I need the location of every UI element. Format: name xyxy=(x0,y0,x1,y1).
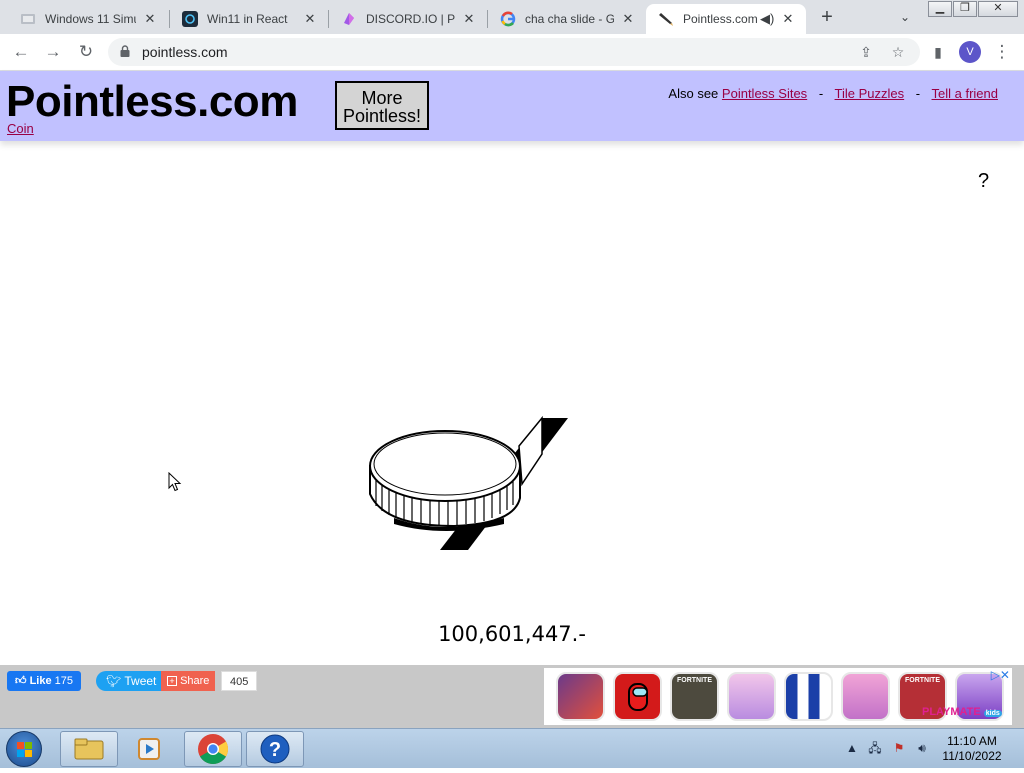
show-hidden-icons-arrow[interactable]: ▲ xyxy=(845,741,859,755)
coin-link[interactable]: Coin xyxy=(7,121,34,136)
forward-button[interactable]: → xyxy=(41,40,65,64)
action-center-flag-icon[interactable]: ⚑ xyxy=(892,741,906,755)
ad-tile-label: FORTNITE xyxy=(905,677,940,684)
back-button[interactable]: ← xyxy=(9,40,33,64)
ad-tile[interactable] xyxy=(556,672,605,721)
discord-icon xyxy=(341,11,357,27)
start-button[interactable] xyxy=(6,731,42,767)
tab-title: DISCORD.IO | Pub xyxy=(366,12,455,26)
menu-kebab-icon[interactable]: ⋮ xyxy=(990,40,1014,64)
taskbar-media-player[interactable] xyxy=(120,731,178,767)
close-window-button[interactable]: ✕ xyxy=(978,1,1018,17)
tab-discord-io[interactable]: DISCORD.IO | Pub ✕ xyxy=(329,4,487,34)
taskbar-help[interactable]: ? xyxy=(246,731,304,767)
maximize-button[interactable]: ❐ xyxy=(953,1,977,17)
ad-tile[interactable] xyxy=(841,672,890,721)
address-bar[interactable]: pointless.com ⇪ ☆ xyxy=(108,38,920,66)
advertisement-banner[interactable]: FORTNITE FORTNITE PLAYMATE kids ▷✕ xyxy=(544,668,1012,725)
site-logo[interactable]: Pointless.com xyxy=(6,77,298,127)
close-icon[interactable]: ✕ xyxy=(620,11,636,27)
plus-icon: + xyxy=(167,676,177,686)
browser-toolbar: ← → ↻ pointless.com ⇪ ☆ ▮ V ⋮ xyxy=(0,34,1024,71)
separator: - xyxy=(818,86,824,101)
close-icon[interactable]: ✕ xyxy=(461,11,477,27)
share-bar: 👍︎ Like 175 🐦︎ Tweet + Share 405 FORTNIT… xyxy=(0,665,1024,728)
tab-cha-cha-slide-google[interactable]: cha cha slide - Go ✕ xyxy=(488,4,646,34)
tab-title: cha cha slide - Go xyxy=(525,12,614,26)
windows-taskbar: ? ▲ 🖧︎ ⚑ 🔊︎ 11:10 AM 11/10/2022 xyxy=(0,728,1024,768)
url-text[interactable]: pointless.com xyxy=(142,44,228,60)
ad-tile-label: FORTNITE xyxy=(677,677,712,684)
network-icon[interactable]: 🖧︎ xyxy=(868,741,882,755)
spinning-coin-image[interactable] xyxy=(364,414,574,556)
speaker-icon[interactable]: ◀) xyxy=(760,11,774,27)
ad-tile[interactable] xyxy=(727,672,776,721)
windows-logo-icon xyxy=(17,742,32,757)
tell-a-friend-link[interactable]: Tell a friend xyxy=(932,86,998,101)
mouse-cursor-icon xyxy=(168,472,182,492)
folder-icon xyxy=(74,738,104,760)
volume-icon[interactable]: 🔊︎ xyxy=(915,741,929,755)
visitor-counter: 100,601,447.- xyxy=(438,622,586,646)
like-count: 175 xyxy=(54,675,73,687)
like-label: Like xyxy=(29,675,52,687)
taskbar-clock[interactable]: 11:10 AM 11/10/2022 xyxy=(936,734,1008,764)
tile-puzzles-link[interactable]: Tile Puzzles xyxy=(835,86,905,101)
clock-date: 11/10/2022 xyxy=(942,749,1002,763)
media-player-icon xyxy=(138,738,160,760)
close-icon[interactable]: ✕ xyxy=(780,11,796,27)
also-see-label: Also see xyxy=(668,86,719,101)
twitter-bird-icon: 🐦︎ xyxy=(106,674,122,688)
separator: - xyxy=(915,86,921,101)
side-panel-icon[interactable]: ▮ xyxy=(926,40,950,64)
bookmark-star-icon[interactable]: ☆ xyxy=(888,42,908,62)
tweet-label: Tweet xyxy=(124,674,157,688)
tab-title: Pointless.com xyxy=(683,12,758,26)
react-icon xyxy=(182,11,198,27)
tab-pointless-com[interactable]: Pointless.com ◀) ✕ xyxy=(646,4,806,34)
share-button[interactable]: + Share xyxy=(161,671,216,691)
thumbs-up-icon: 👍︎ xyxy=(15,675,27,687)
tab-title: Windows 11 Simu xyxy=(45,12,136,26)
tweet-button[interactable]: 🐦︎ Tweet xyxy=(96,671,165,691)
svg-text:?: ? xyxy=(269,739,281,761)
pointless-sites-link[interactable]: Pointless Sites xyxy=(722,86,807,101)
also-see-links: Also see Pointless Sites - Tile Puzzles … xyxy=(668,86,998,101)
google-icon xyxy=(500,11,516,27)
reload-button[interactable]: ↻ xyxy=(74,40,98,64)
new-tab-button[interactable]: + xyxy=(816,6,838,28)
tab-windows-11-simulator[interactable]: Windows 11 Simu ✕ xyxy=(8,4,168,34)
more-pointless-button[interactable]: More Pointless! xyxy=(335,81,429,130)
taskbar-file-explorer[interactable] xyxy=(60,731,118,767)
tab-win11-in-react[interactable]: Win11 in React ✕ xyxy=(170,4,328,34)
ad-tile[interactable] xyxy=(613,672,662,721)
profile-avatar[interactable]: V xyxy=(959,41,981,63)
minimize-button[interactable]: ▁ xyxy=(928,1,952,17)
lock-icon[interactable] xyxy=(120,45,130,57)
site-header: Pointless.com More Pointless! Coin Also … xyxy=(0,71,1024,141)
close-icon[interactable]: ✕ xyxy=(142,11,158,27)
facebook-like-button[interactable]: 👍︎ Like 175 xyxy=(7,671,81,691)
taskbar-chrome[interactable] xyxy=(184,731,242,767)
ad-tile[interactable]: FORTNITE xyxy=(670,672,719,721)
share-label: Share xyxy=(180,675,210,687)
help-question-mark[interactable]: ? xyxy=(978,170,989,193)
tab-title: Win11 in React xyxy=(207,12,288,26)
share-icon[interactable]: ⇪ xyxy=(856,42,876,62)
share-count: 405 xyxy=(221,671,258,691)
ad-tile[interactable] xyxy=(784,672,833,721)
tab-search-chevron-icon[interactable]: ⌄ xyxy=(896,8,914,26)
playmate-kids-logo: PLAYMATE kids xyxy=(922,706,1002,718)
help-icon: ? xyxy=(260,734,290,764)
clock-time: 11:10 AM xyxy=(947,734,997,748)
pencil-icon xyxy=(658,11,674,27)
close-icon[interactable]: ✕ xyxy=(302,11,318,27)
ad-choices-close-icon[interactable]: ▷✕ xyxy=(991,668,1010,682)
browser-tab-strip: Windows 11 Simu ✕ Win11 in React ✕ DISCO… xyxy=(0,0,1024,34)
windows-icon xyxy=(20,11,36,27)
chrome-icon xyxy=(198,734,229,765)
